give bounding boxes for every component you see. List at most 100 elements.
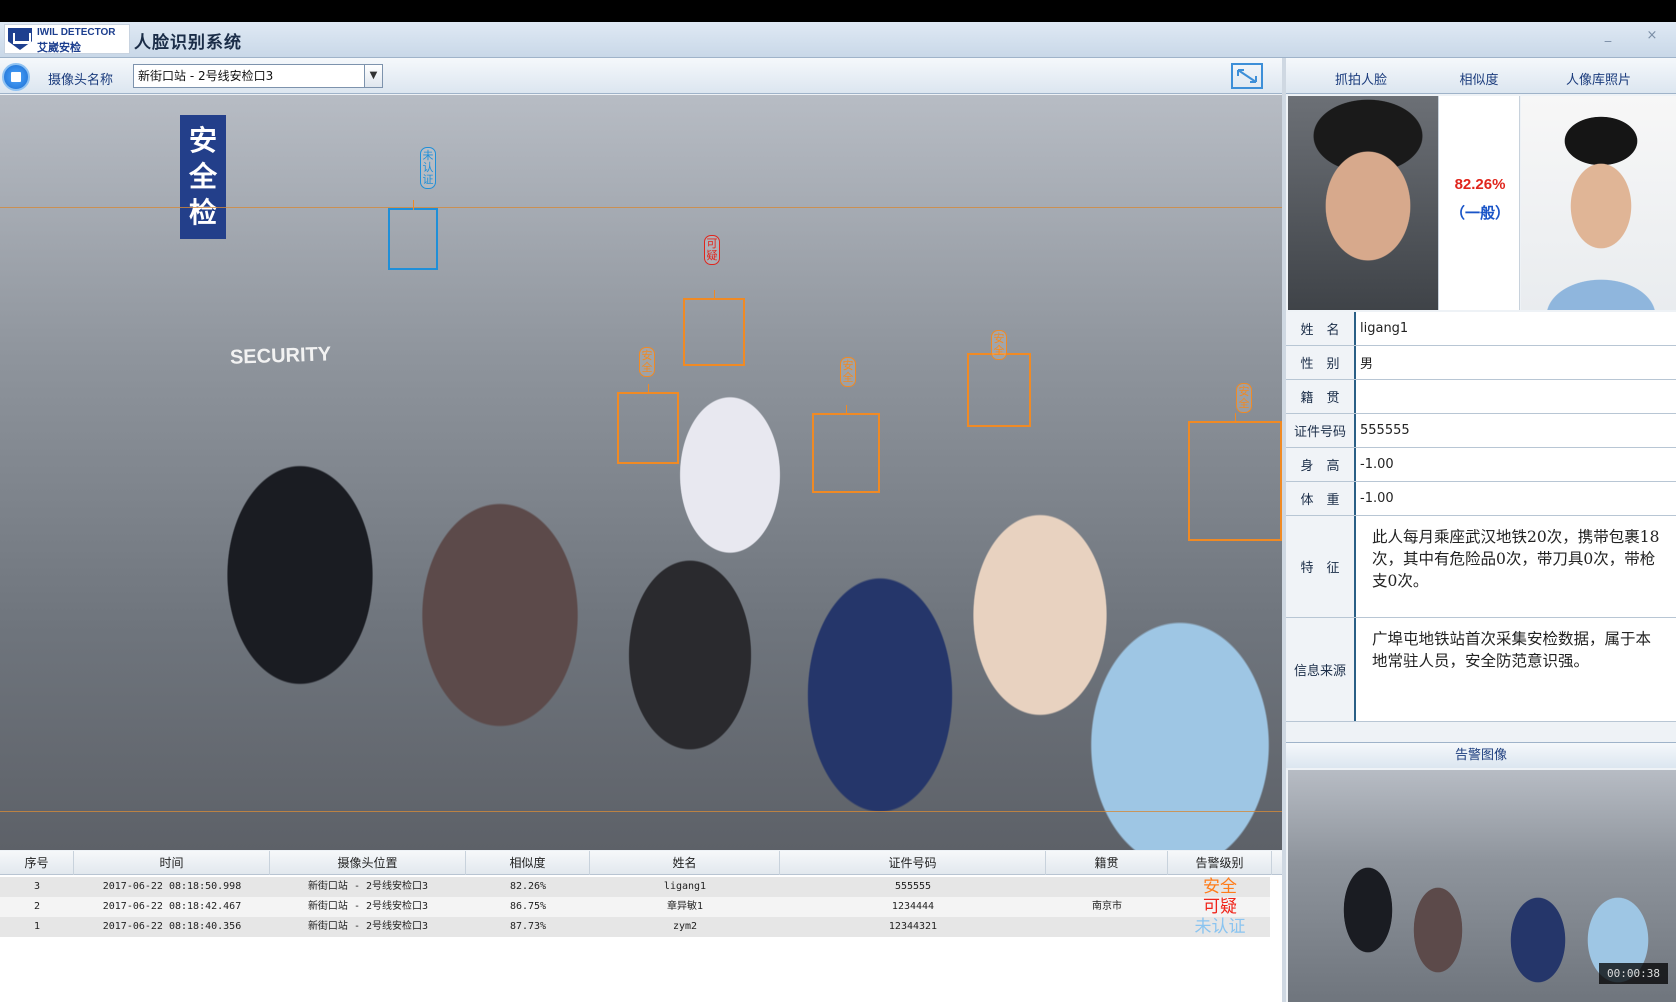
table-cell-no: 3: [33, 881, 41, 892]
face-detection-box[interactable]: [388, 200, 438, 270]
scan-line-bottom: [0, 811, 1282, 812]
camera-name-label: 摄像头名称: [48, 73, 114, 88]
info-row: 姓 名 ligang1: [1286, 312, 1676, 346]
table-cell-id: 1234444: [891, 901, 935, 912]
table-cell-location: 新街口站 - 2号线安检口3: [307, 881, 429, 892]
face-status-tag: 安全: [639, 347, 655, 377]
fullscreen-icon[interactable]: [1230, 62, 1264, 90]
column-header[interactable]: 序号: [0, 851, 74, 875]
security-check-sign: 安全检: [180, 115, 226, 239]
info-label: 性 别: [1286, 346, 1356, 379]
table-cell-name: 章异敏1: [666, 901, 704, 912]
close-button[interactable]: ×: [1642, 28, 1662, 43]
info-value: ligang1: [1360, 321, 1409, 336]
info-row: 籍 贯: [1286, 380, 1676, 414]
info-row: 证件号码 555555: [1286, 414, 1676, 448]
similarity-value: 82.26%: [1454, 176, 1506, 193]
table-cell-location: 新街口站 - 2号线安检口3: [307, 901, 429, 912]
face-status-tag: 安全: [991, 330, 1007, 360]
title-bar: IWIL DETECTOR 艾崴安检 人脸识别系统 _ ×: [0, 22, 1676, 58]
security-shirt-text: SECURITY: [229, 343, 332, 369]
info-value: 男: [1360, 357, 1374, 372]
match-detail-panel: 抓拍人脸 相似度 人像库照片 82.26% （一般） 姓 名 ligang1 性 别…: [1286, 58, 1676, 1002]
info-value: 此人每月乘座武汉地铁20次，携带包裹18次，其中有危险品0次，带刀具0次，带枪支…: [1372, 528, 1660, 590]
stop-icon[interactable]: [2, 63, 30, 91]
table-cell-id: 555555: [894, 881, 932, 892]
face-detection-box[interactable]: [967, 345, 1031, 427]
info-row: 体 重 -1.00: [1286, 482, 1676, 516]
table-cell-level: 安全: [1203, 877, 1237, 897]
info-label: 体 重: [1286, 482, 1356, 515]
table-header: 序号 时间 摄像头位置 相似度 姓名 证件号码 籍贯 告警级别: [0, 851, 1282, 875]
table-cell-time: 2017-06-22 08:18:42.467: [102, 901, 242, 912]
screen-top-bar: [0, 0, 1676, 22]
similarity-header: 相似度: [1459, 73, 1499, 88]
minimize-button[interactable]: _: [1598, 28, 1618, 43]
camera-toolbar: 摄像头名称 新街口站 - 2号线安检口3 ▼: [0, 58, 1282, 94]
camera-select[interactable]: 新街口站 - 2号线安检口3 ▼: [133, 64, 383, 88]
chevron-down-icon[interactable]: ▼: [364, 65, 382, 87]
captured-face-image: [1288, 96, 1438, 310]
face-detection-box[interactable]: [1188, 413, 1282, 541]
camera-video-feed[interactable]: 安全检 SECURITY 未认证 可疑 安全 安全 安全 安全: [0, 95, 1282, 850]
info-value: [1360, 380, 1676, 413]
info-value: -1.00: [1360, 457, 1394, 472]
face-recognition-app: IWIL DETECTOR 艾崴安检 人脸识别系统 _ × 摄像头名称 新街口站…: [0, 0, 1676, 1002]
info-row: 信息来源 广埠屯地铁站首次采集安检数据，属于本地常驻人员，安全防范意识强。: [1286, 618, 1676, 722]
similarity-cell: 82.26% （一般）: [1438, 96, 1520, 310]
info-value: 555555: [1360, 423, 1410, 438]
info-row: 特 征此人每月乘座武汉地铁20次，携带包裹18次，其中有危险品0次，带刀具0次，…: [1286, 516, 1676, 618]
video-timestamp: 00:00:38: [1599, 963, 1668, 984]
alert-image-header: 告警图像: [1286, 742, 1676, 768]
info-label: 身 高: [1286, 448, 1356, 481]
column-header[interactable]: 相似度: [466, 851, 590, 875]
face-detection-box[interactable]: [683, 290, 745, 366]
match-panel-header: 抓拍人脸 相似度 人像库照片: [1286, 58, 1676, 94]
table-cell-similarity: 87.73%: [509, 921, 547, 932]
column-header[interactable]: 证件号码: [780, 851, 1046, 875]
column-header[interactable]: 姓名: [590, 851, 780, 875]
info-label: 特 征: [1286, 516, 1356, 617]
info-value: 广埠屯地铁站首次采集安检数据，属于本地常驻人员，安全防范意识强。: [1372, 630, 1652, 670]
info-label: 籍 贯: [1286, 380, 1356, 413]
info-row: 性 别男: [1286, 346, 1676, 380]
column-header[interactable]: 籍贯: [1046, 851, 1168, 875]
table-cell-location: 新街口站 - 2号线安检口3: [307, 921, 429, 932]
table-cell-name: zym2: [672, 921, 698, 932]
column-header[interactable]: 告警级别: [1168, 851, 1272, 875]
database-photo-header: 人像库照片: [1565, 73, 1631, 88]
face-status-tag: 安全: [840, 357, 856, 387]
scan-line-top: [0, 207, 1282, 208]
info-value: -1.00: [1360, 491, 1394, 506]
face-detection-box[interactable]: [812, 405, 880, 493]
shield-logo-icon: [8, 28, 32, 50]
table-cell-no: 1: [33, 921, 41, 932]
face-status-tag: 可疑: [704, 235, 720, 265]
face-status-tag: 未认证: [420, 147, 436, 189]
table-cell-origin: [1046, 917, 1168, 937]
table-row[interactable]: 2 2017-06-22 08:18:42.467 新街口站 - 2号线安检口3 86…: [0, 897, 1270, 917]
table-row[interactable]: 1 2017-06-22 08:18:40.356 新街口站 - 2号线安检口3 87…: [0, 917, 1270, 937]
database-portrait-image: [1521, 96, 1676, 310]
table-cell-no: 2: [33, 901, 41, 912]
column-header[interactable]: 摄像头位置: [270, 851, 466, 875]
face-status-tag: 安全: [1236, 383, 1252, 413]
similarity-level: （一般）: [1449, 204, 1510, 222]
table-cell-level: 未认证: [1194, 917, 1246, 937]
alert-log-table: 序号 时间 摄像头位置 相似度 姓名 证件号码 籍贯 告警级别 3 2017-06-22 08:…: [0, 851, 1282, 1002]
table-row[interactable]: 3 2017-06-22 08:18:50.998 新街口站 - 2号线安检口3 82…: [0, 877, 1270, 897]
face-detection-box[interactable]: [617, 384, 679, 464]
table-cell-id: 12344321: [888, 921, 938, 932]
captured-face-header: 抓拍人脸: [1334, 73, 1387, 88]
table-cell-level: 可疑: [1203, 897, 1237, 917]
column-header[interactable]: 时间: [74, 851, 270, 875]
logo-english-text: IWIL DETECTOR: [37, 27, 116, 38]
table-cell-time: 2017-06-22 08:18:50.998: [102, 881, 242, 892]
alert-image[interactable]: 00:00:38: [1288, 770, 1676, 1002]
table-cell-name: ligang1: [663, 881, 707, 892]
app-title: 人脸识别系统: [134, 33, 242, 53]
table-cell-origin: 南京市: [1092, 901, 1122, 912]
info-label: 信息来源: [1286, 618, 1356, 721]
table-cell-similarity: 86.75%: [509, 901, 547, 912]
table-cell-similarity: 82.26%: [509, 881, 547, 892]
